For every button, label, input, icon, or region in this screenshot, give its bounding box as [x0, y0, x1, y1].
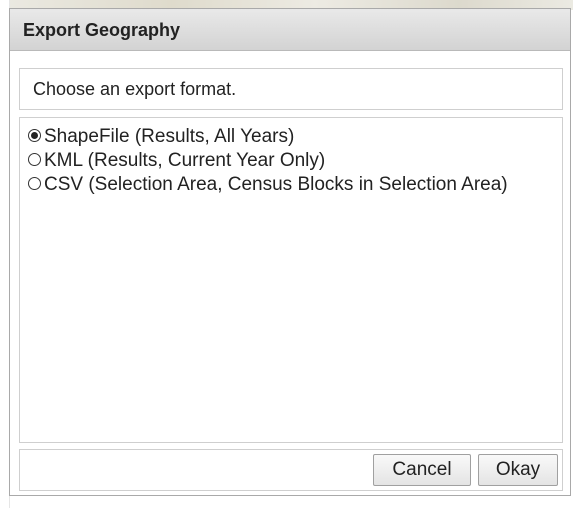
option-kml[interactable]: KML (Results, Current Year Only)	[28, 149, 554, 172]
dialog-title: Export Geography	[23, 20, 181, 40]
option-label: ShapeFile (Results, All Years)	[44, 126, 295, 147]
dialog-button-bar: Cancel Okay	[19, 449, 563, 491]
option-label: CSV (Selection Area, Census Blocks in Se…	[44, 174, 508, 195]
option-shapefile[interactable]: ShapeFile (Results, All Years)	[28, 125, 554, 148]
radio-button-selected[interactable]	[28, 129, 41, 142]
option-label: KML (Results, Current Year Only)	[44, 150, 326, 171]
radio-button[interactable]	[28, 177, 41, 190]
radio-button[interactable]	[28, 153, 41, 166]
cancel-button[interactable]: Cancel	[373, 454, 471, 486]
okay-button[interactable]: Okay	[478, 454, 558, 486]
option-csv[interactable]: CSV (Selection Area, Census Blocks in Se…	[28, 173, 554, 196]
dialog-titlebar[interactable]: Export Geography	[10, 9, 570, 51]
export-format-options: ShapeFile (Results, All Years) KML (Resu…	[19, 117, 563, 443]
prompt-panel: Choose an export format.	[19, 68, 563, 110]
prompt-text: Choose an export format.	[33, 79, 237, 99]
export-geography-dialog: Export Geography Choose an export format…	[9, 8, 571, 496]
